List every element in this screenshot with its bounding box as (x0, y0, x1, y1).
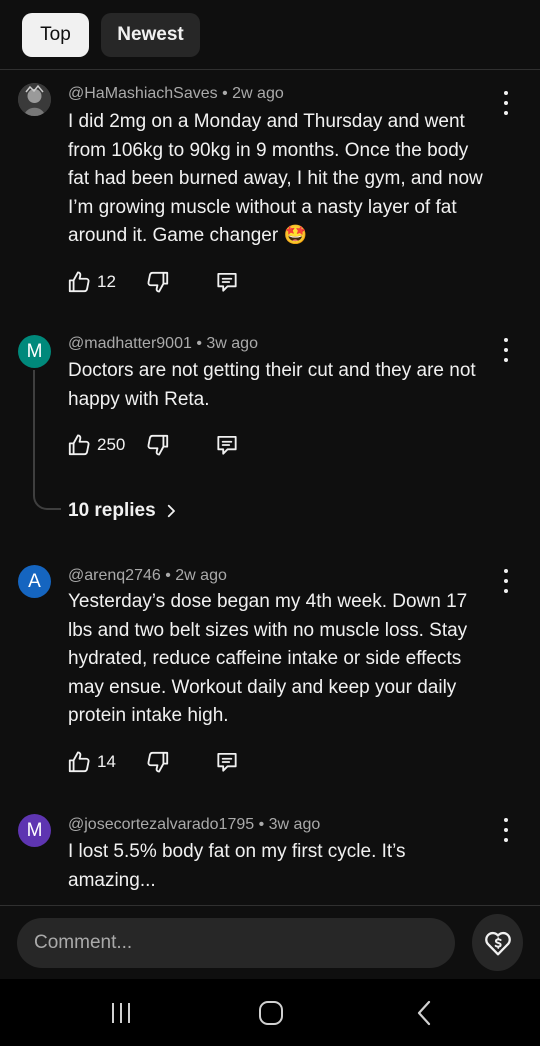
super-thanks-button[interactable] (472, 914, 523, 971)
super-thanks-icon (484, 931, 511, 955)
comment-author[interactable]: @arenq2746 (68, 567, 161, 584)
comment-input[interactable]: Comment... (17, 918, 455, 968)
comment-age: 3w ago (268, 816, 321, 833)
comment-line: lbs and two belt sizes with no muscle lo… (68, 619, 468, 641)
system-nav-bar (0, 979, 540, 1046)
view-replies-button[interactable]: 10 replies (68, 500, 180, 522)
comment-age: 2w ago (232, 85, 284, 102)
avatar[interactable] (18, 83, 51, 116)
recent-apps-button[interactable] (104, 997, 138, 1029)
comment-author[interactable]: @HaMashiachSaves (68, 85, 218, 102)
avatar-letter: M (26, 819, 43, 841)
like-button[interactable]: 14 (66, 748, 116, 776)
like-count: 14 (97, 752, 116, 771)
avatar[interactable]: A (18, 565, 51, 598)
comment-actions: 12 (66, 268, 266, 296)
reply-button[interactable] (214, 748, 240, 776)
dislike-button[interactable] (145, 268, 171, 296)
avatar-letter: M (26, 340, 43, 362)
reply-icon (217, 752, 237, 772)
comment-text: I did 2mg on a Monday and Thursday and w… (68, 108, 498, 251)
comment-line: I did 2mg on a Monday and Thursday and w… (68, 111, 465, 132)
thumbs-up-icon (68, 434, 90, 456)
more-button[interactable] (496, 338, 516, 362)
reply-icon (217, 435, 237, 455)
comment-line: from 106kg to 90kg in 9 months. Once the… (68, 139, 469, 161)
comment-meta: @HaMashiachSaves • 2w ago (68, 85, 284, 102)
comment-meta: @madhatter9001 • 3w ago (68, 335, 258, 352)
back-button[interactable] (408, 997, 440, 1029)
comment-placeholder: Comment... (34, 932, 133, 953)
comment-age: 3w ago (206, 335, 258, 352)
dislike-button[interactable] (145, 748, 171, 776)
more-button[interactable] (496, 569, 516, 593)
home-icon (259, 1001, 283, 1025)
comment-actions: 250 (66, 431, 266, 459)
reply-button[interactable] (214, 431, 240, 459)
thumbs-up-icon (68, 271, 90, 293)
more-button[interactable] (496, 91, 516, 115)
home-button[interactable] (255, 997, 287, 1029)
comment-line: I lost 5.5% body fat on my first cycle. … (68, 841, 406, 862)
comment-text: Yesterday’s dose began my 4th week. Down… (68, 588, 498, 731)
comment-author[interactable]: @josecortezalvarado1795 (68, 816, 254, 833)
back-icon (417, 1000, 431, 1026)
comment-meta: @arenq2746 • 2w ago (68, 567, 227, 584)
thumbs-down-icon (147, 434, 169, 456)
thumbs-down-icon (147, 271, 169, 293)
comment-text: Doctors are not getting their cut and th… (68, 357, 498, 414)
comment-line: Doctors are not getting their cut and th… (68, 360, 476, 381)
comment-line: Yesterday’s dose began my 4th week. Down… (68, 591, 468, 612)
comment-line: may ensue. Workout daily and keep your d… (68, 676, 457, 698)
avatar[interactable]: M (18, 335, 51, 368)
avatar-letter: A (28, 570, 41, 592)
comment-line: hydrated, reduce caffeine intake or side… (68, 648, 462, 670)
more-button[interactable] (496, 818, 516, 842)
like-count: 12 (97, 272, 116, 291)
comment-line: happy with Reta. (68, 388, 210, 410)
dislike-button[interactable] (145, 431, 171, 459)
chevron-right-icon (167, 504, 175, 518)
sort-tabs: Top Newest (0, 0, 540, 70)
reply-button[interactable] (214, 268, 240, 296)
thread-line (33, 370, 61, 510)
like-button[interactable]: 250 (66, 431, 125, 459)
tab-newest[interactable]: Newest (101, 13, 200, 57)
comment-text: I lost 5.5% body fat on my first cycle. … (68, 838, 498, 895)
comment-line: fat had been burned away, I hit the gym,… (68, 168, 483, 190)
avatar[interactable]: M (18, 814, 51, 847)
comment-age: 2w ago (175, 567, 227, 584)
comment-line: I’m growing muscle without a nasty layer… (68, 196, 457, 218)
like-button[interactable]: 12 (66, 268, 116, 296)
recent-apps-icon (112, 1003, 130, 1023)
comment-composer: Comment... (0, 905, 540, 980)
like-count: 250 (97, 435, 126, 454)
replies-label: 10 replies (68, 500, 156, 521)
tab-top[interactable]: Top (22, 13, 89, 57)
comment-actions: 14 (66, 748, 266, 776)
thumbs-up-icon (68, 751, 90, 773)
thumbs-down-icon (147, 751, 169, 773)
comment-author[interactable]: @madhatter9001 (68, 335, 192, 352)
comment-line: around it. Game changer 🤩 (68, 225, 308, 247)
comment-line: protein intake high. (68, 705, 229, 727)
reply-icon (217, 272, 237, 292)
comment-meta: @josecortezalvarado1795 • 3w ago (68, 816, 321, 833)
comment-line: amazing... (68, 869, 156, 891)
avatar-image-icon (18, 83, 51, 116)
